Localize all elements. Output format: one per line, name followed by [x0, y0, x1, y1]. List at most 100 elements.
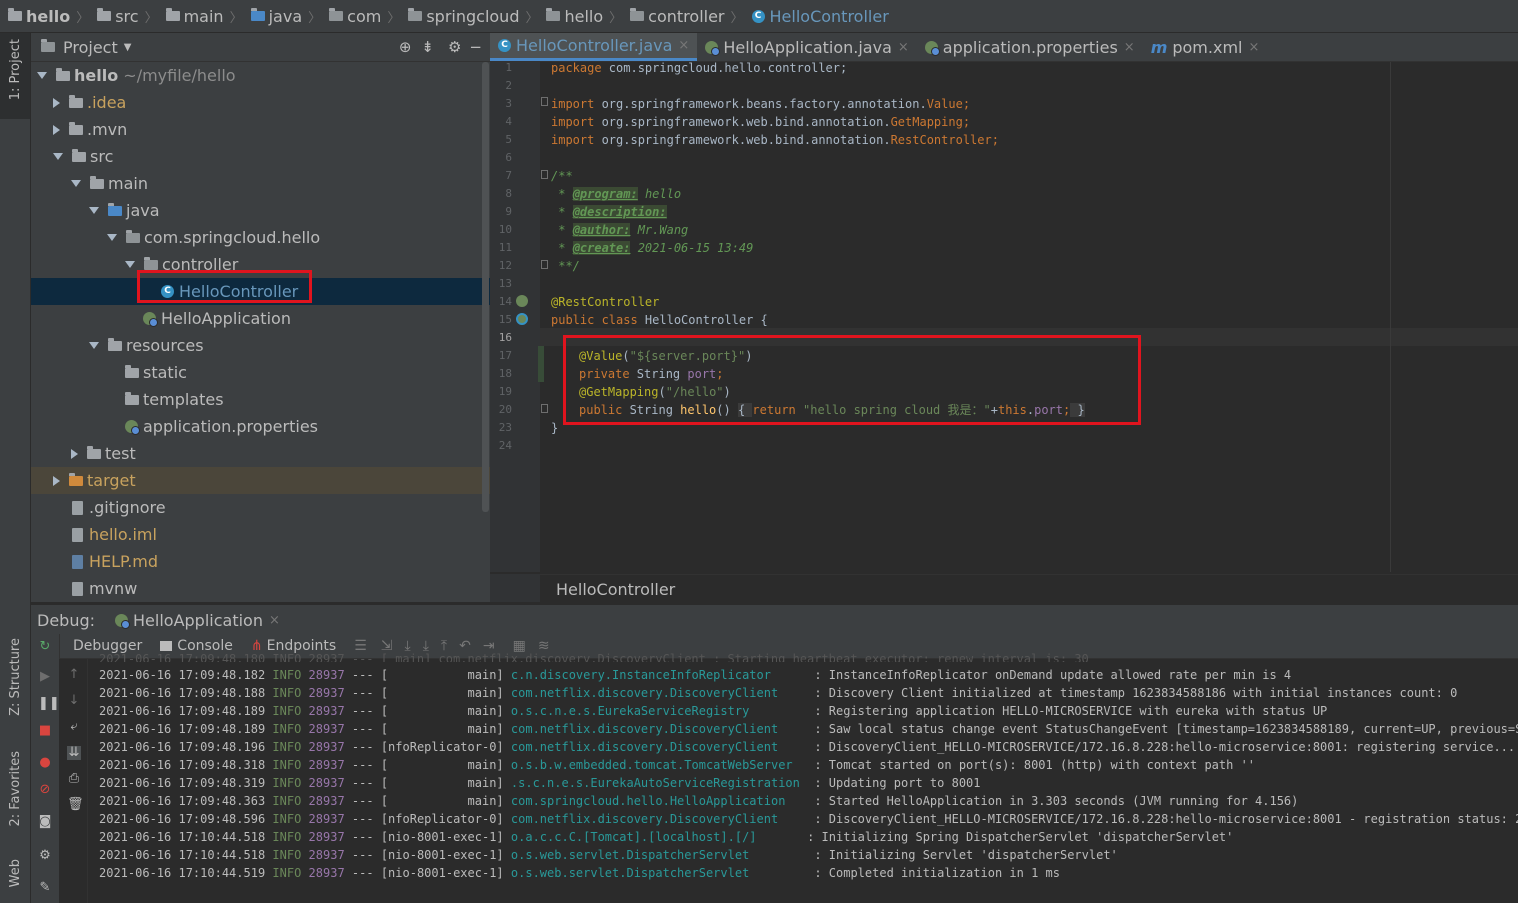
expand-arrow-icon[interactable]: [89, 342, 99, 349]
web-tool-button[interactable]: Web: [8, 859, 23, 887]
soft-wrap-icon[interactable]: ⤶: [67, 720, 81, 734]
log-line: 2021-06-16 17:09:48.189 INFO 28937 --- […: [99, 720, 1518, 738]
line-number: 14: [498, 295, 512, 308]
right-margin-guide: [1390, 62, 1391, 572]
mute-breakpoints-icon[interactable]: ⊘: [38, 783, 52, 797]
resume-icon[interactable]: ▶: [38, 670, 52, 684]
breadcrumb-item-springcloud[interactable]: springcloud: [408, 7, 519, 26]
tree-node-mvn[interactable]: .mvn: [31, 116, 490, 143]
tree-node-main[interactable]: main: [31, 170, 490, 197]
camera-icon[interactable]: ◙: [38, 815, 52, 829]
log-thread: [ main]: [380, 686, 504, 700]
tree-node-static[interactable]: static: [31, 359, 490, 386]
log-line: 2021-06-16 17:09:48.182 INFO 28937 --- […: [99, 666, 1291, 684]
gear-icon[interactable]: ⚙: [448, 38, 461, 56]
pin-icon[interactable]: ✎: [38, 881, 52, 895]
spring-boot-class-icon: [705, 40, 721, 56]
spring-bean-icon[interactable]: [516, 313, 528, 325]
log-separator: ---: [351, 758, 374, 772]
tree-node-target[interactable]: target: [31, 467, 490, 494]
tab-hellocontroller-java[interactable]: C HelloController.java ×: [490, 33, 698, 61]
tree-node-hello-iml[interactable]: hello.iml: [31, 521, 490, 548]
breadcrumb-item-com[interactable]: com: [329, 7, 381, 26]
tree-node-mvnw[interactable]: mvnw: [31, 575, 490, 602]
tree-node-help-md[interactable]: HELP.md: [31, 548, 490, 575]
close-icon[interactable]: ×: [1248, 40, 1259, 55]
debug-config-tab[interactable]: HelloApplication: [133, 611, 263, 630]
tree-node-templates[interactable]: templates: [31, 386, 490, 413]
structure-tool-button[interactable]: Z: Structure: [8, 638, 23, 716]
tree-node-test[interactable]: test: [31, 440, 490, 467]
tree-node-application-properties[interactable]: application.properties: [31, 413, 490, 440]
project-tool-button[interactable]: 1: Project: [0, 33, 30, 119]
import-class: Value: [926, 97, 963, 111]
tab-helloapplication-java[interactable]: HelloApplication.java ×: [697, 33, 916, 61]
breadcrumb-item-src[interactable]: src: [97, 7, 139, 26]
pause-icon[interactable]: ❚❚: [38, 697, 60, 711]
fold-icon[interactable]: [541, 170, 548, 179]
project-tree-scrollbar[interactable]: [482, 62, 489, 512]
collapse-arrow-icon[interactable]: [71, 448, 78, 459]
tree-node-resources[interactable]: resources: [31, 332, 490, 359]
breadcrumb-item-controller[interactable]: controller: [630, 7, 725, 26]
expand-arrow-icon[interactable]: [71, 180, 81, 187]
log-timestamp: 2021-06-16 17:10:44.518: [99, 848, 266, 862]
expand-arrow-icon[interactable]: [125, 261, 135, 268]
expand-arrow-icon[interactable]: [89, 207, 99, 214]
code-text: org.springframework.web.bind.annotation.: [594, 133, 891, 147]
tree-node-java[interactable]: java: [31, 197, 490, 224]
chevron-down-icon[interactable]: ▼: [124, 42, 132, 53]
expand-arrow-icon[interactable]: [107, 234, 117, 241]
tab-pom-xml[interactable]: m pom.xml ×: [1143, 33, 1268, 61]
stop-icon[interactable]: ■: [38, 724, 52, 738]
package-icon: [126, 229, 140, 243]
fold-icon[interactable]: [541, 404, 548, 413]
favorites-tool-button[interactable]: 2: Favorites: [8, 751, 23, 827]
spring-bean-icon[interactable]: [516, 295, 528, 307]
close-icon[interactable]: ×: [1124, 40, 1135, 55]
rerun-icon[interactable]: ↻: [38, 640, 52, 654]
collapse-arrow-icon[interactable]: [53, 97, 60, 108]
tree-node-gitignore[interactable]: .gitignore: [31, 494, 490, 521]
collapse-arrow-icon[interactable]: [53, 124, 60, 135]
expand-arrow-icon[interactable]: [37, 72, 47, 79]
breadcrumb-item-hello[interactable]: hello: [8, 7, 70, 26]
breadcrumb-item-hello-pkg[interactable]: hello: [546, 7, 603, 26]
breadcrumb-item-main[interactable]: main: [165, 7, 224, 26]
arrow-down-icon[interactable]: ↓: [67, 694, 81, 708]
close-icon[interactable]: ×: [678, 38, 689, 53]
folder-icon: [90, 175, 104, 189]
log-line: 2021-06-16 17:09:48.319 INFO 28937 --- […: [99, 774, 981, 792]
project-panel-header: Project ▼ ⊕ ⇟ ⚙ −: [31, 33, 490, 62]
expand-arrow-icon[interactable]: [53, 153, 63, 160]
project-view-selector[interactable]: Project: [63, 38, 118, 57]
breadcrumb-item-java[interactable]: java: [250, 7, 302, 26]
close-icon[interactable]: ×: [269, 613, 280, 628]
log-thread: [nio-8001-exec-1]: [380, 866, 504, 880]
fold-icon[interactable]: [541, 260, 548, 269]
tree-node-package[interactable]: com.springcloud.hello: [31, 224, 490, 251]
tab-application-properties[interactable]: application.properties ×: [917, 33, 1143, 61]
vcs-change-marker: [538, 346, 544, 382]
fold-icon[interactable]: [541, 97, 548, 106]
tree-node-src[interactable]: src: [31, 143, 490, 170]
locate-icon[interactable]: ⊕: [399, 38, 412, 56]
close-icon[interactable]: ×: [898, 40, 909, 55]
breadcrumb-item-hellocontroller[interactable]: C HelloController: [751, 7, 889, 26]
view-breakpoints-icon[interactable]: ●: [38, 756, 52, 770]
hide-panel-icon[interactable]: −: [469, 38, 482, 56]
tree-node-hello[interactable]: hello ~/myfile/hello: [31, 62, 490, 89]
folder-icon: [165, 8, 180, 21]
scroll-to-end-icon[interactable]: ⇊: [67, 746, 81, 760]
trash-icon[interactable]: 🗑: [67, 798, 84, 812]
tree-node-idea[interactable]: .idea: [31, 89, 490, 116]
print-icon[interactable]: ⎙: [67, 772, 81, 786]
highlight-box: [563, 335, 1141, 425]
arrow-up-icon[interactable]: ↑: [67, 668, 81, 682]
gear-icon[interactable]: ⚙: [38, 849, 52, 863]
resources-folder-icon: [108, 337, 122, 351]
structure-breadcrumb-item[interactable]: HelloController: [556, 580, 675, 599]
collapse-all-icon[interactable]: ⇟: [421, 38, 434, 56]
collapse-arrow-icon[interactable]: [53, 475, 60, 486]
tree-node-helloapplication[interactable]: HelloApplication: [31, 305, 490, 332]
